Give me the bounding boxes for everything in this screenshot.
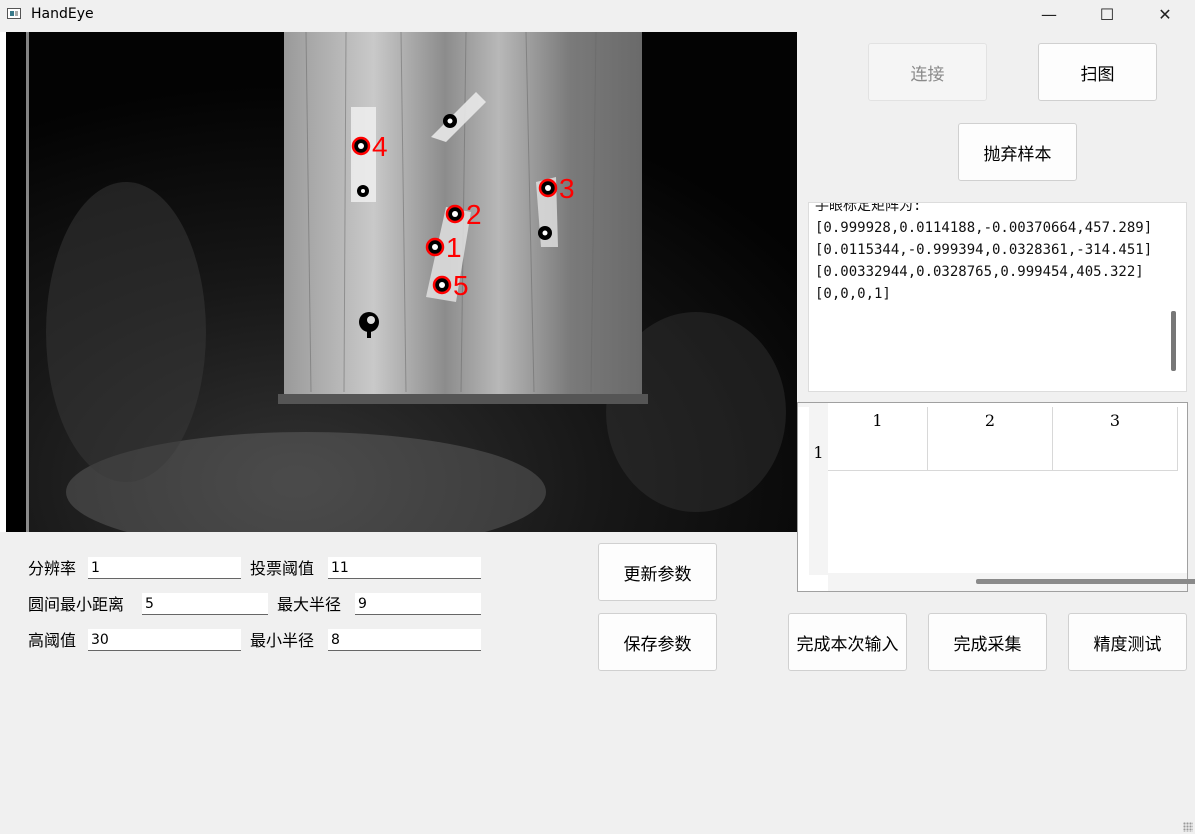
connect-button[interactable]: 连接 [868, 43, 987, 101]
detected-circle-marker: 3 [538, 173, 575, 204]
table-row-header [809, 407, 828, 575]
detected-circle-marker: 1 [425, 232, 462, 263]
resolution-field[interactable] [88, 557, 241, 579]
resize-grip[interactable] [1183, 822, 1193, 832]
table-column-header[interactable]: 2 [928, 407, 1053, 471]
detected-circle-marker: 2 [445, 199, 482, 230]
scan-button[interactable]: 扫图 [1038, 43, 1157, 101]
close-button[interactable]: ✕ [1136, 0, 1194, 28]
min-radius-label: 最小半径 [250, 631, 315, 650]
maximize-button[interactable]: ☐ [1078, 0, 1136, 28]
min-radius-field[interactable] [328, 629, 481, 651]
discard-sample-button[interactable]: 抛弃样本 [958, 123, 1077, 181]
detected-circle-label: 1 [446, 232, 462, 263]
min-distance-field[interactable] [142, 593, 268, 615]
accuracy-test-button[interactable]: 精度测试 [1068, 613, 1187, 671]
log-scrollbar[interactable] [1171, 311, 1176, 371]
max-radius-field[interactable] [355, 593, 481, 615]
vote-threshold-field[interactable] [328, 557, 481, 579]
detected-circle-label: 2 [466, 199, 482, 230]
high-threshold-field[interactable] [88, 629, 241, 651]
min-distance-label: 圆间最小距离 [28, 595, 125, 614]
finish-input-button[interactable]: 完成本次输入 [788, 613, 907, 671]
camera-image-view[interactable]: 12 3 4 5 [6, 32, 797, 532]
detected-circle-label: 5 [453, 270, 469, 301]
save-params-button[interactable]: 保存参数 [598, 613, 717, 671]
calibration-log-text: 手眼标定矩阵为: [0.999928,0.0114188,-0.00370664… [815, 202, 1153, 302]
high-threshold-label: 高阈值 [28, 631, 77, 650]
app-icon [7, 8, 21, 19]
minimize-button[interactable]: — [1020, 0, 1078, 28]
resolution-label: 分辨率 [28, 559, 77, 578]
sample-table[interactable]: 1 2 3 1 [797, 402, 1195, 592]
detected-circle-marker: 5 [432, 270, 469, 301]
detected-circles-overlay: 12 3 4 5 [351, 131, 575, 301]
table-hscroll-track[interactable] [828, 573, 1195, 591]
detected-circle-marker: 4 [351, 131, 388, 162]
window-title: HandEye [31, 6, 94, 22]
finish-collect-button[interactable]: 完成采集 [928, 613, 1047, 671]
table-row-label[interactable]: 1 [809, 443, 828, 462]
title-bar: HandEye — ☐ ✕ [0, 0, 1195, 31]
calibration-log[interactable]: 手眼标定矩阵为: [0.999928,0.0114188,-0.00370664… [808, 202, 1187, 392]
table-column-header[interactable]: 3 [1053, 407, 1178, 471]
max-radius-label: 最大半径 [277, 595, 342, 614]
update-params-button[interactable]: 更新参数 [598, 543, 717, 601]
table-hscrollbar[interactable] [976, 579, 1195, 584]
table-column-header[interactable]: 1 [828, 407, 928, 471]
detected-circle-label: 4 [372, 131, 388, 162]
vote-threshold-label: 投票阈值 [250, 559, 315, 578]
detected-circle-label: 3 [559, 173, 575, 204]
